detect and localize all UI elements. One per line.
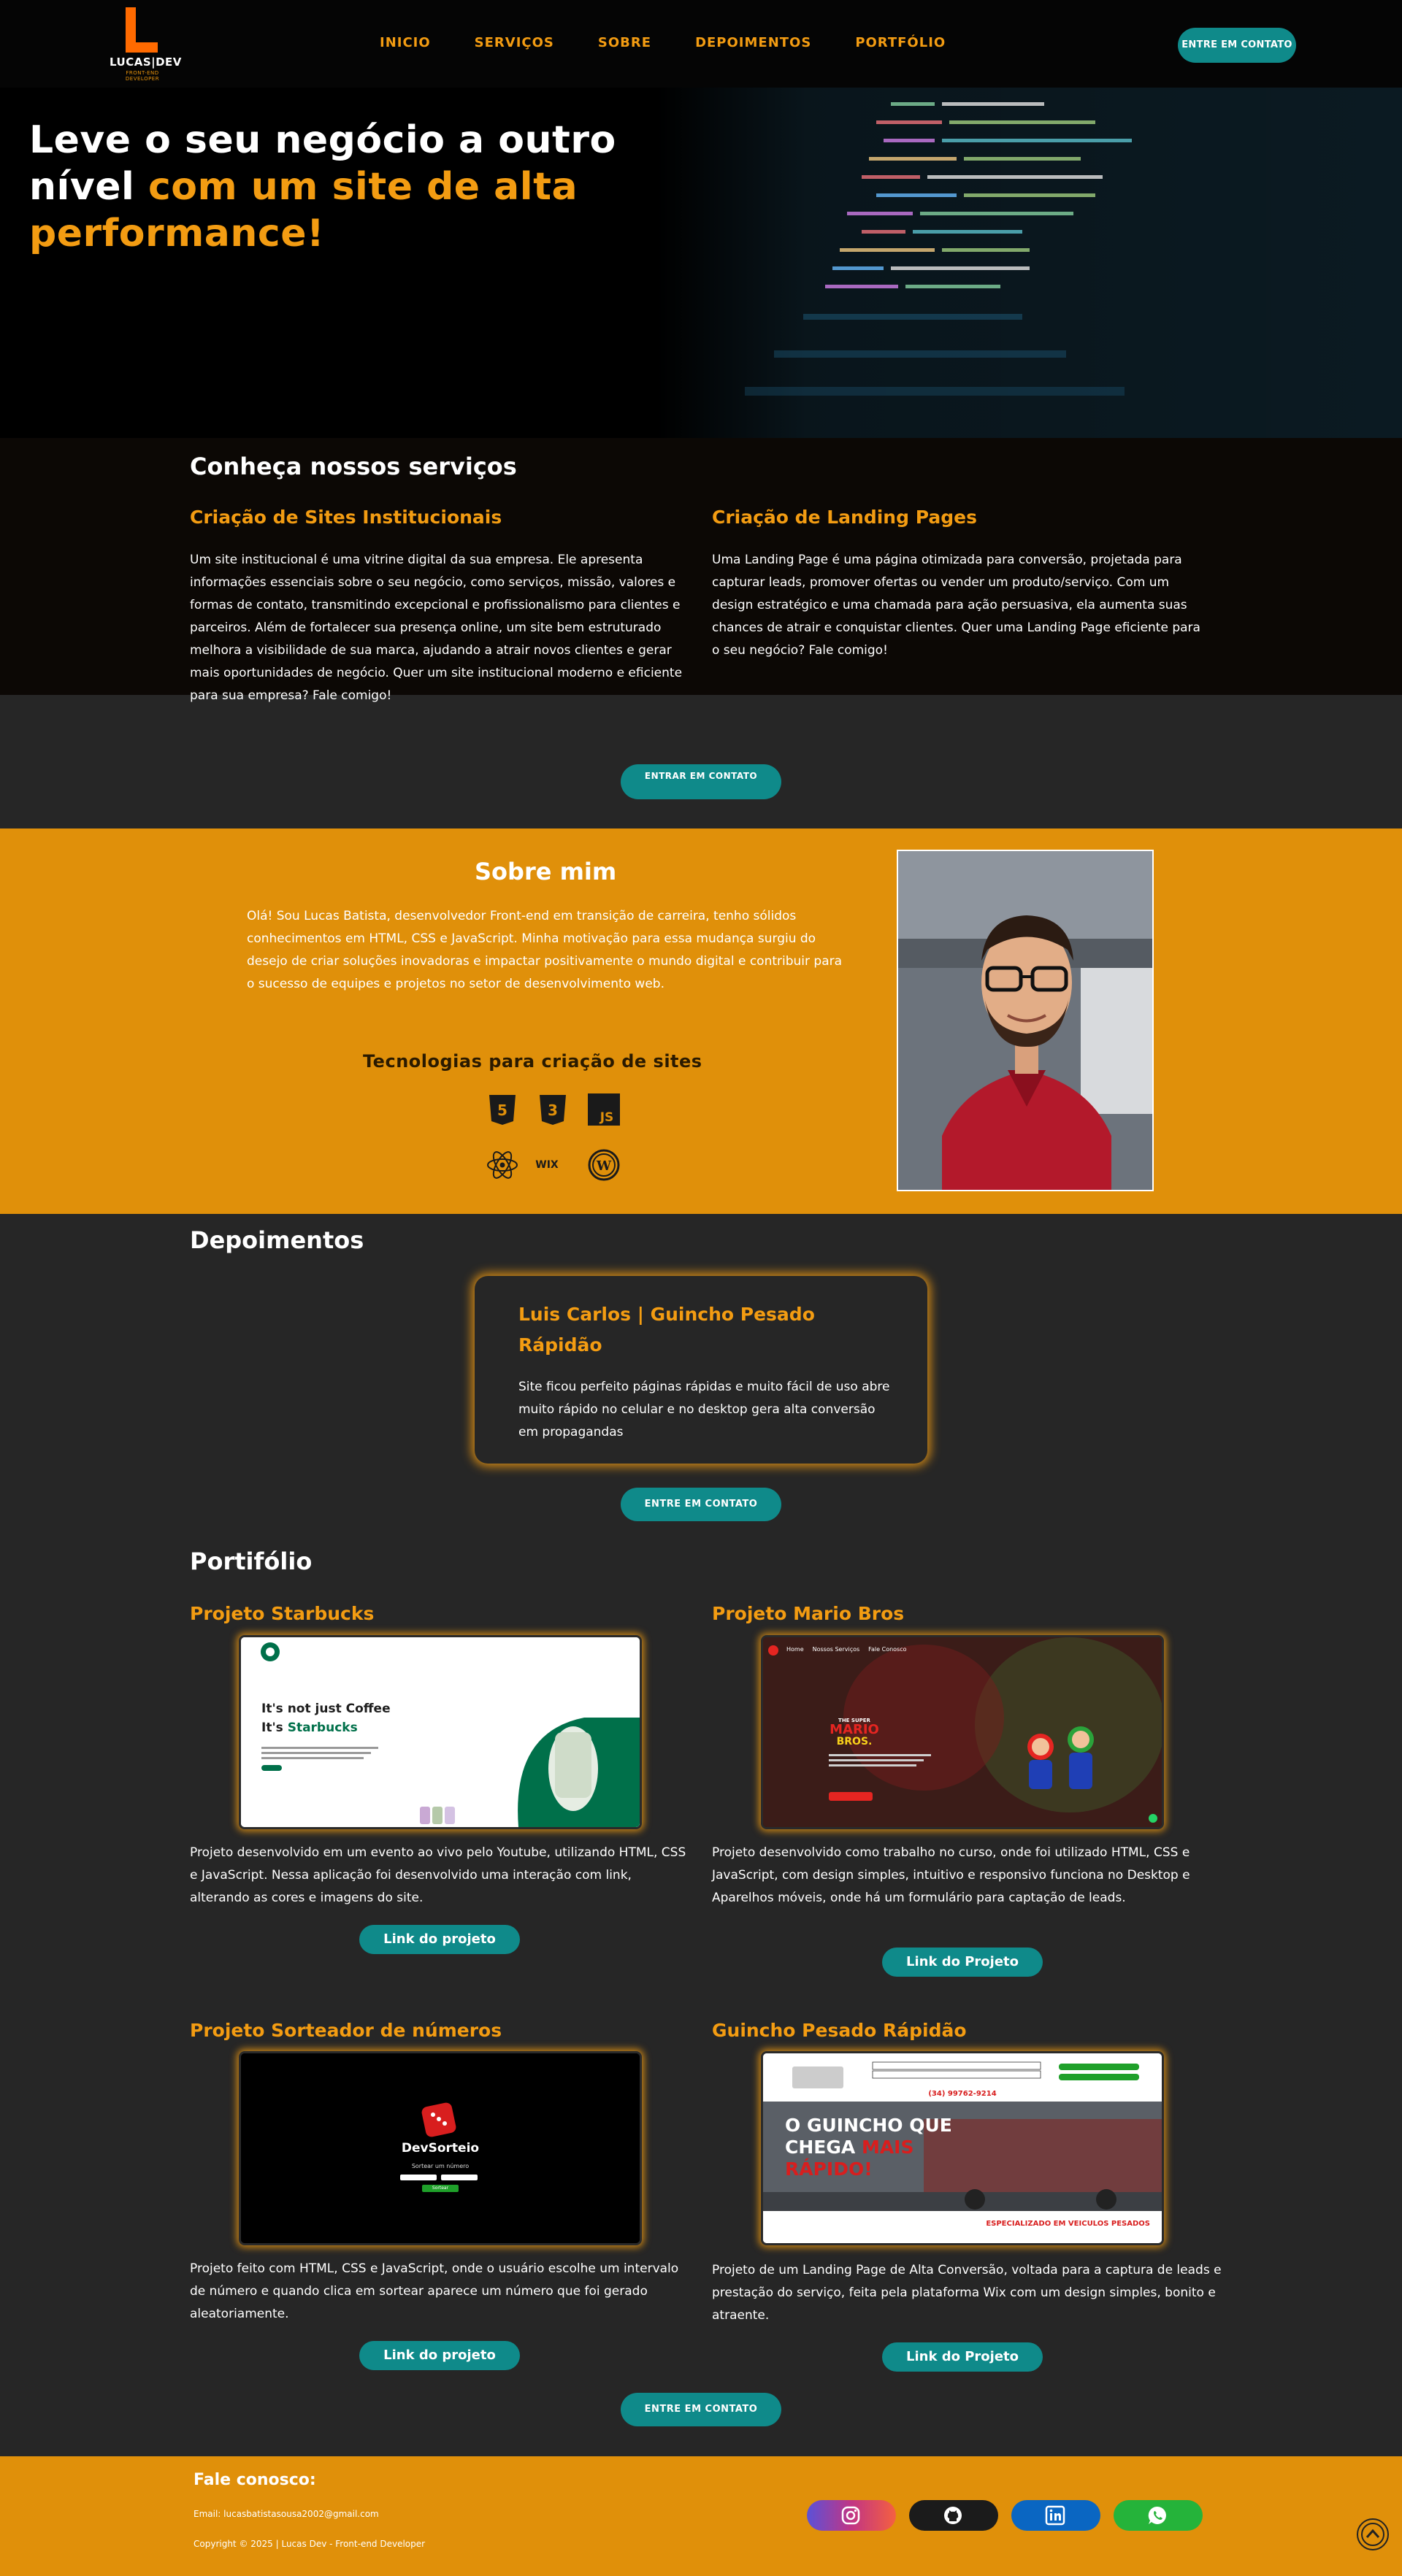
hero-title: Leve o seu negócio a outro nível com um … xyxy=(29,117,650,257)
project-title-guincho: Guincho Pesado Rápidão xyxy=(712,2020,967,2041)
svg-text:JS: JS xyxy=(600,1110,614,1125)
testimonials-contact-button[interactable]: ENTRE EM CONTATO xyxy=(621,1488,781,1521)
chevron-up-icon xyxy=(1361,2523,1384,2546)
service-title-landing: Criação de Landing Pages xyxy=(712,507,977,528)
svg-text:3: 3 xyxy=(548,1101,558,1119)
guincho-phone: (34) 99762-9214 xyxy=(928,2090,997,2098)
project-title-mario: Projeto Mario Bros xyxy=(712,1603,905,1624)
guincho-headline: O GUINCHO QUE CHEGA MAIS RÁPIDO! xyxy=(785,2115,952,2180)
svg-text:5: 5 xyxy=(497,1101,507,1119)
project-link-sorteador[interactable]: Link do projeto xyxy=(359,2341,520,2370)
sorteio-button: Sortear xyxy=(432,2185,449,2191)
project-image-mario[interactable]: Home Nossos Serviços Fale Conosco THE SUPE… xyxy=(761,1635,1164,1829)
scroll-to-top-button[interactable] xyxy=(1357,2518,1389,2550)
site-header: LUCAS|DEV FRONT-END DEVELOPER INICIO SER… xyxy=(0,0,1402,88)
whatsapp-icon xyxy=(1148,2506,1166,2524)
project-link-guincho[interactable]: Link do Projeto xyxy=(882,2342,1043,2372)
nav-item-servicos[interactable]: SERVIÇOS xyxy=(475,35,554,55)
services-contact-button[interactable]: ENTRAR EM CONTATO xyxy=(621,764,781,799)
sorteio-label: Sortear um número xyxy=(411,2163,470,2169)
project-text-starbucks: Projeto desenvolvido em um evento ao viv… xyxy=(190,1845,686,1905)
header-contact-button[interactable]: ENTRE EM CONTATO xyxy=(1178,28,1296,63)
portfolio-title: Portifólio xyxy=(190,1547,313,1575)
services-title: Conheça nossos serviços xyxy=(190,453,517,480)
about-title: Sobre mim xyxy=(475,858,617,885)
wix-icon: WIX xyxy=(535,1159,559,1171)
project-image-starbucks[interactable]: It's not just Coffee It's Starbucks xyxy=(239,1635,642,1829)
tech-title: Tecnologias para criação de sites xyxy=(363,1051,702,1072)
footer-email[interactable]: Email: lucasbatistasousa2002@gmail.com xyxy=(194,2509,379,2519)
project-text-sorteador: Projeto feito com HTML, CSS e JavaScript… xyxy=(190,2261,679,2321)
nav-item-inicio[interactable]: INICIO xyxy=(380,35,431,55)
service-text-landing: Uma Landing Page é uma página otimizada … xyxy=(712,553,1200,658)
portfolio-contact-button[interactable]: ENTRE EM CONTATO xyxy=(621,2393,781,2426)
javascript-icon: JS xyxy=(588,1093,620,1126)
instagram-button[interactable] xyxy=(807,2500,896,2531)
mario-logo: THE SUPER MARIO BROS. xyxy=(830,1718,879,1748)
project-title-starbucks: Projeto Starbucks xyxy=(190,1603,375,1624)
github-icon xyxy=(944,2507,962,2524)
service-text-institucional: Um site institucional é uma vitrine digi… xyxy=(190,553,683,703)
project-text-mario: Projeto desenvolvido como trabalho no cu… xyxy=(712,1845,1190,1905)
css3-icon: 3 xyxy=(537,1093,569,1126)
footer-copyright: Copyright © 2025 | Lucas Dev - Front-end… xyxy=(194,2539,426,2549)
project-image-sorteador[interactable]: DevSorteio Sortear um número Sortear xyxy=(239,2051,642,2245)
logo[interactable]: LUCAS|DEV FRONT-END DEVELOPER xyxy=(110,7,182,82)
service-title-institucional: Criação de Sites Institucionais xyxy=(190,507,502,528)
logo-mark-icon xyxy=(126,7,158,53)
mario-nav: Home Nossos Serviços Fale Conosco xyxy=(786,1646,907,1653)
sorteio-app-title: DevSorteio xyxy=(401,2141,480,2156)
project-text-guincho: Projeto de um Landing Page de Alta Conve… xyxy=(712,2263,1222,2323)
hero-code-background xyxy=(657,88,1402,438)
testimonial-author: Luis Carlos | Guincho Pesado Rápidão xyxy=(518,1304,815,1356)
guincho-footer-text: ESPECIALIZADO EM VEICULOS PESADOS xyxy=(986,2220,1150,2228)
main-nav: INICIO SERVIÇOS SOBRE DEPOIMENTOS PORTFÓ… xyxy=(380,35,989,55)
project-title-sorteador: Projeto Sorteador de números xyxy=(190,2020,502,2041)
hero-section: Leve o seu negócio a outro nível com um … xyxy=(0,88,1402,438)
linkedin-icon xyxy=(1045,2505,1065,2526)
testimonials-title: Depoimentos xyxy=(190,1226,364,1254)
profile-photo xyxy=(897,850,1154,1191)
instagram-icon xyxy=(841,2506,860,2525)
starbucks-heading: It's not just Coffee xyxy=(261,1702,391,1716)
project-link-mario[interactable]: Link do Projeto xyxy=(882,1948,1043,1977)
nav-item-depoimentos[interactable]: DEPOIMENTOS xyxy=(695,35,811,55)
wordpress-icon: W xyxy=(588,1149,620,1181)
html5-icon: 5 xyxy=(486,1093,518,1126)
about-section xyxy=(0,828,1402,1214)
starbucks-subheading: It's Starbucks xyxy=(261,1720,358,1735)
nav-item-sobre[interactable]: SOBRE xyxy=(598,35,651,55)
svg-text:W: W xyxy=(596,1158,612,1174)
project-link-starbucks[interactable]: Link do projeto xyxy=(359,1925,520,1954)
github-button[interactable] xyxy=(909,2500,998,2531)
logo-subtitle: FRONT-END DEVELOPER xyxy=(125,70,160,82)
react-icon xyxy=(486,1149,518,1181)
about-text: Olá! Sou Lucas Batista, desenvolvedor Fr… xyxy=(247,909,843,991)
whatsapp-button[interactable] xyxy=(1114,2500,1203,2531)
logo-name: LUCAS|DEV xyxy=(110,55,182,69)
nav-item-portfolio[interactable]: PORTFÓLIO xyxy=(855,35,946,55)
linkedin-button[interactable] xyxy=(1011,2500,1100,2531)
testimonial-text: Site ficou perfeito páginas rápidas e mu… xyxy=(518,1380,890,1439)
project-image-guincho[interactable]: (34) 99762-9214 O GUINCHO QUE CHEGA MAIS… xyxy=(761,2051,1164,2245)
footer-title: Fale conosco: xyxy=(194,2471,316,2489)
